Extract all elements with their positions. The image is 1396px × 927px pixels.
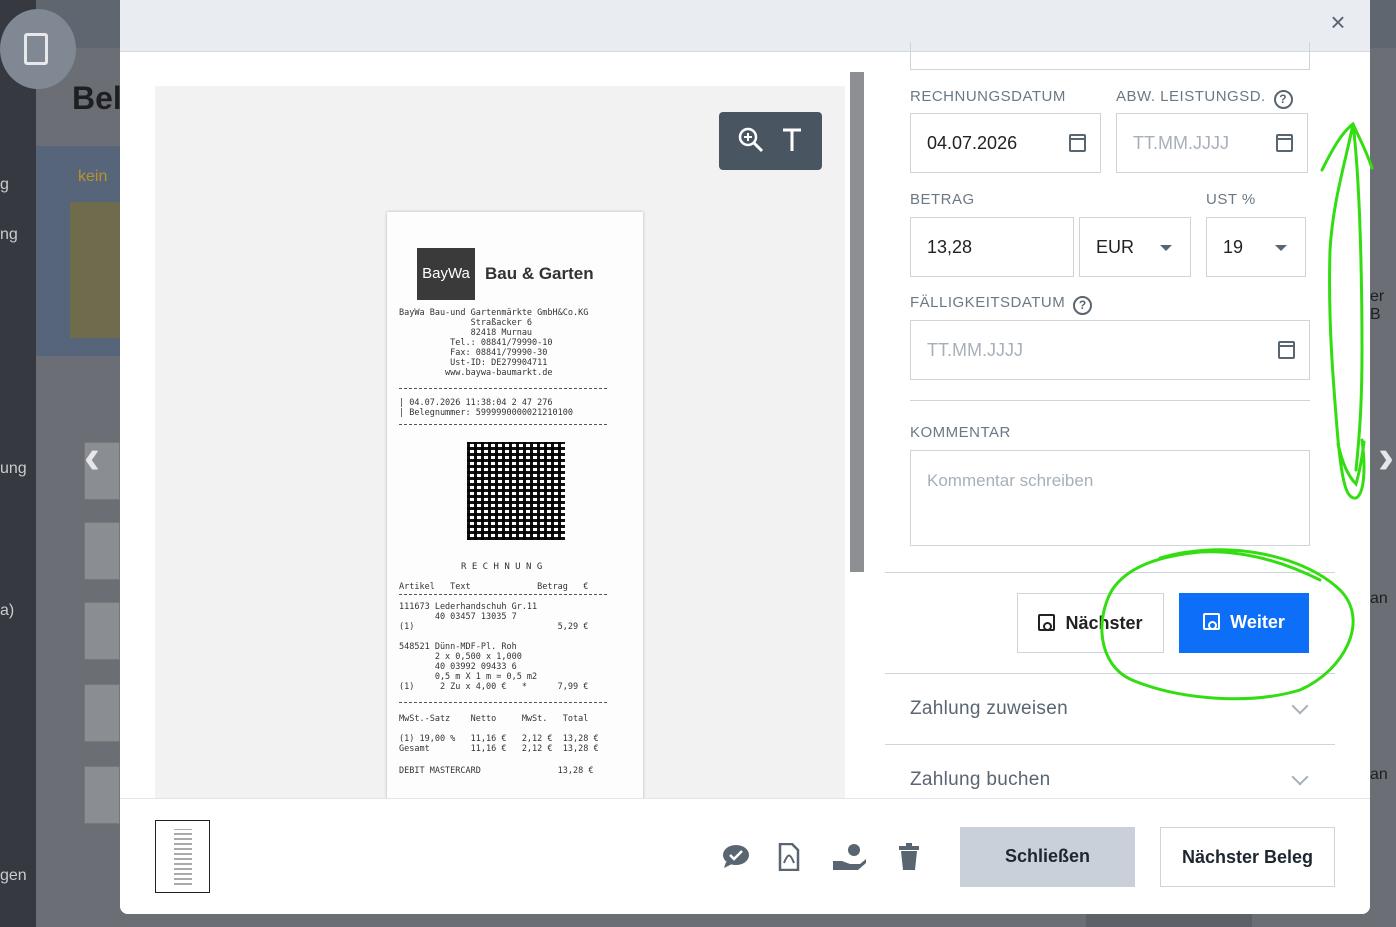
currency-value: EUR xyxy=(1096,237,1135,257)
receipt-transaction: | 04.07.2026 11:38:04 2 47 276 | Belegnu… xyxy=(399,398,573,418)
kommentar-label: KOMMENTAR xyxy=(910,424,1011,441)
rechnungsdatum-label: RECHNUNGSDATUM xyxy=(910,88,1066,105)
ust-value: 19 xyxy=(1223,237,1244,257)
leistungsdatum-label-text: ABW. LEISTUNGSD. xyxy=(1116,88,1266,105)
save-icon xyxy=(1203,613,1221,630)
zoom-in-icon[interactable] xyxy=(737,126,765,159)
accordion-label: Zahlung zuweisen xyxy=(910,698,1068,719)
naechster-beleg-button[interactable]: Nächster Beleg xyxy=(1160,827,1335,887)
naechster-label: Nächster xyxy=(1065,613,1143,633)
caret-down-icon xyxy=(1160,245,1172,251)
receipt-divider xyxy=(399,594,607,595)
form-divider xyxy=(885,744,1335,745)
background-thumbnail xyxy=(84,602,120,660)
accordion-zahlung-zuweisen[interactable]: Zahlung zuweisen xyxy=(910,697,1310,720)
background-page-title: Bel xyxy=(72,80,122,116)
receipt-items-header: Artikel Text Betrag € xyxy=(399,582,589,592)
naechster-button[interactable]: Nächster xyxy=(1017,593,1164,653)
viewer-scrollbar-thumb[interactable] xyxy=(850,72,864,572)
background-sidebar: g ng ung a) gen xyxy=(0,0,36,927)
help-icon[interactable]: ? xyxy=(1273,90,1293,109)
background-right-label: an xyxy=(1370,590,1388,607)
betrag-input[interactable]: 13,28 xyxy=(910,217,1074,277)
accordion-label: Zahlung buchen xyxy=(910,769,1051,790)
trash-icon[interactable] xyxy=(898,843,920,877)
receipt-logo: BayWa xyxy=(417,248,475,300)
betrag-label: BETRAG xyxy=(910,191,975,208)
receipt-tax: MwSt.-Satz Netto MwSt. Total (1) 19,00 %… xyxy=(399,714,599,754)
receipt-divider xyxy=(399,424,607,425)
faelligkeit-placeholder: TT.MM.JJJJ xyxy=(927,340,1023,360)
rechnungsdatum-value: 04.07.2026 xyxy=(927,133,1018,153)
form-divider xyxy=(910,400,1310,401)
ust-select[interactable]: 19 xyxy=(1206,217,1306,277)
calendar-icon[interactable] xyxy=(1276,134,1293,152)
close-icon[interactable]: × xyxy=(1324,8,1352,36)
caret-down-icon xyxy=(1275,245,1287,251)
rechnungsdatum-input[interactable]: 04.07.2026 xyxy=(910,113,1101,173)
receipt-qr-code xyxy=(467,442,565,540)
comment-check-icon[interactable] xyxy=(722,843,750,875)
sidebar-label: ung xyxy=(0,460,27,477)
pdf-icon[interactable] xyxy=(778,842,800,877)
previous-field[interactable] xyxy=(910,42,1310,70)
receipt-header: BayWa Bau-und Gartenmärkte GmbH&Co.KG St… xyxy=(399,308,589,378)
background-thumbnail xyxy=(84,684,120,742)
receipt-items: 111673 Lederhandschuh Gr.11 40 03457 130… xyxy=(399,602,589,692)
background-preview xyxy=(70,202,126,338)
chevron-down-icon xyxy=(1291,768,1309,786)
sidebar-label: ng xyxy=(0,226,18,243)
background-right-label: an xyxy=(1370,766,1388,783)
help-icon[interactable]: ? xyxy=(1073,296,1093,315)
currency-select[interactable]: EUR xyxy=(1079,217,1191,277)
document-icon xyxy=(24,33,48,65)
viewer-toolbar xyxy=(719,112,822,170)
calendar-icon[interactable] xyxy=(1069,134,1086,152)
sidebar-label: a) xyxy=(0,602,15,619)
form-divider xyxy=(885,572,1335,573)
payment-hand-icon[interactable] xyxy=(832,843,868,877)
page-thumbnail[interactable] xyxy=(155,820,210,893)
chevron-left-icon[interactable]: ‹ xyxy=(84,430,100,485)
chevron-right-icon[interactable]: › xyxy=(1378,430,1394,485)
kommentar-input[interactable]: Kommentar schreiben xyxy=(910,450,1310,546)
app-logo xyxy=(0,9,76,89)
faelligkeit-label: FÄLLIGKEITSDATUM? xyxy=(910,294,1093,315)
background-thumbnail xyxy=(84,766,120,824)
ust-label: UST % xyxy=(1206,191,1256,208)
background-right-label: er B xyxy=(1370,288,1385,323)
save-icon xyxy=(1038,614,1056,631)
background-status: kein xyxy=(78,168,108,185)
leistungsdatum-label: ABW. LEISTUNGSD.? xyxy=(1116,88,1293,109)
document-viewer[interactable]: BayWa Bau & Garten BayWa Bau-und Gartenm… xyxy=(155,86,845,798)
background-thumbnail xyxy=(84,522,120,580)
document-form: RECHNUNGSDATUM ABW. LEISTUNGSD.? 04.07.2… xyxy=(885,42,1335,798)
chevron-down-icon xyxy=(1291,697,1309,715)
weiter-button[interactable]: Weiter xyxy=(1179,593,1309,653)
receipt-divider xyxy=(399,388,607,389)
schliessen-button[interactable]: Schließen xyxy=(960,827,1135,887)
receipt-payment: DEBIT MASTERCARD 13,28 € xyxy=(399,766,594,776)
faelligkeit-input[interactable]: TT.MM.JJJJ xyxy=(910,320,1310,380)
receipt-divider xyxy=(399,702,607,703)
leistungsdatum-placeholder: TT.MM.JJJJ xyxy=(1133,133,1229,153)
calendar-icon[interactable] xyxy=(1278,341,1295,359)
receipt-image: BayWa Bau & Garten BayWa Bau-und Gartenm… xyxy=(387,212,643,798)
leistungsdatum-input[interactable]: TT.MM.JJJJ xyxy=(1116,113,1308,173)
faelligkeit-label-text: FÄLLIGKEITSDATUM xyxy=(910,294,1066,311)
accordion-zahlung-buchen[interactable]: Zahlung buchen xyxy=(910,768,1310,791)
form-divider xyxy=(885,673,1335,674)
text-icon[interactable] xyxy=(781,126,803,159)
weiter-label: Weiter xyxy=(1230,612,1285,632)
modal-footer: Schließen Nächster Beleg xyxy=(120,798,1370,914)
receipt-title: R E C H N U N G xyxy=(461,562,543,572)
document-modal: × BayWa Bau & Garten BayWa Bau-und Garte… xyxy=(120,0,1370,914)
sidebar-label: gen xyxy=(0,867,27,884)
receipt-brand: Bau & Garten xyxy=(485,264,594,283)
sidebar-label: g xyxy=(0,176,9,193)
